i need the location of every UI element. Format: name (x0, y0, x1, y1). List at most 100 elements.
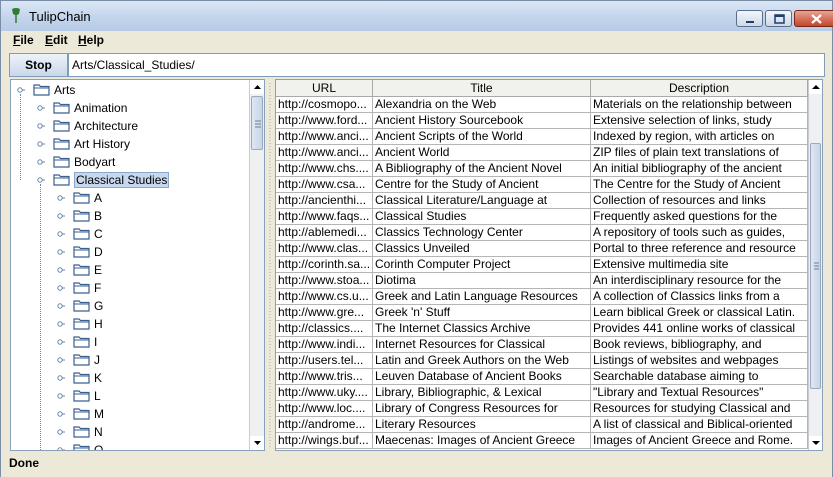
table-scroll-thumb[interactable] (810, 143, 821, 389)
table-scrollbar[interactable] (808, 80, 822, 450)
tree-scrollbar[interactable] (249, 80, 264, 450)
tree-node[interactable]: J (11, 351, 249, 369)
tree-handle-icon[interactable] (57, 302, 65, 310)
minimize-icon (746, 21, 754, 23)
table-scroll-down-button[interactable] (809, 436, 822, 450)
table-row[interactable]: http://androme... Literary Resources A lis… (276, 417, 808, 433)
tree-handle-icon[interactable] (37, 140, 45, 148)
tree-node[interactable]: Arts (11, 81, 249, 99)
table-row[interactable]: http://www.cs.u... Greek and Latin Langua… (276, 289, 808, 305)
tree-node[interactable]: L (11, 387, 249, 405)
tree-handle-icon[interactable] (37, 176, 45, 184)
tree-node[interactable]: Architecture (11, 117, 249, 135)
tree-handle-icon[interactable] (57, 266, 65, 274)
table-row[interactable]: http://www.uky.... Library, Bibliographic… (276, 385, 808, 401)
tree-handle-icon[interactable] (57, 338, 65, 346)
stop-button[interactable]: Stop (9, 53, 68, 77)
tree-node[interactable]: B (11, 207, 249, 225)
tree-handle-icon[interactable] (37, 122, 45, 130)
tree-node[interactable]: K (11, 369, 249, 387)
tree-handle-icon[interactable] (57, 428, 65, 436)
folder-icon (73, 318, 90, 330)
column-url[interactable]: URL (276, 80, 373, 97)
tree-node[interactable]: Animation (11, 99, 249, 117)
column-title[interactable]: Title (373, 80, 591, 97)
tree-node[interactable]: I (11, 333, 249, 351)
tree-scroll-down-button[interactable] (250, 436, 264, 450)
table-row[interactable]: http://www.faqs... Classical Studies Frequ… (276, 209, 808, 225)
table-row[interactable]: http://www.ford... Ancient History Source… (276, 113, 808, 129)
table-row[interactable]: http://cosmopo... Alexandria on the Web Ma… (276, 97, 808, 113)
close-button[interactable] (794, 10, 833, 27)
tree-handle-icon[interactable] (57, 356, 65, 364)
title-bar[interactable]: TulipChain (1, 1, 833, 31)
tree-node[interactable]: N (11, 423, 249, 441)
cell-title: Latin and Greek Authors on the Web (373, 353, 591, 369)
tree-handle-icon[interactable] (57, 212, 65, 220)
tree-handle-icon[interactable] (57, 446, 65, 450)
table-row[interactable]: http://www.loc.... Library of Congress Re… (276, 401, 808, 417)
table-row[interactable]: http://www.chs.... A Bibliography of the … (276, 161, 808, 177)
cell-title: Greek and Latin Language Resources (373, 289, 591, 305)
tree-node[interactable]: G (11, 297, 249, 315)
maximize-button[interactable] (765, 10, 792, 27)
tree-handle-icon[interactable] (57, 284, 65, 292)
tree-node[interactable]: O (11, 441, 249, 450)
tree-node-label: H (94, 317, 103, 331)
table-row[interactable]: http://users.tel... Latin and Greek Autho… (276, 353, 808, 369)
table-row[interactable]: http://www.clas... Classics Unveiled Porta… (276, 241, 808, 257)
links-table[interactable]: URL Title Description http://cosmopo... A… (275, 79, 823, 451)
table-row[interactable]: http://www.anci... Ancient Scripts of the… (276, 129, 808, 145)
cell-url: http://users.tel... (276, 353, 373, 369)
tree-handle-icon[interactable] (37, 104, 45, 112)
tree-node[interactable]: Bodyart (11, 153, 249, 171)
tree-node[interactable]: Classical Studies (11, 171, 249, 189)
pane-splitter[interactable] (265, 79, 275, 451)
tree-node[interactable]: A (11, 189, 249, 207)
column-description[interactable]: Description (591, 80, 808, 97)
table-row[interactable]: http://www.indi... Internet Resources for… (276, 337, 808, 353)
tree-scroll-up-button[interactable] (250, 80, 264, 94)
cell-title: Greek 'n' Stuff (373, 305, 591, 321)
table-row[interactable]: http://www.stoa... Diotima An interdiscipl… (276, 273, 808, 289)
tree-handle-icon[interactable] (57, 194, 65, 202)
table-row[interactable]: http://www.anci... Ancient World ZIP files… (276, 145, 808, 161)
tree-handle-icon[interactable] (57, 410, 65, 418)
tree-node[interactable]: E (11, 261, 249, 279)
tree-node[interactable]: Art History (11, 135, 249, 153)
path-field[interactable]: Arts/Classical_Studies/ (68, 53, 825, 77)
tree-handle-icon[interactable] (57, 320, 65, 328)
minimize-button[interactable] (736, 10, 763, 27)
tree-handle-icon[interactable] (57, 374, 65, 382)
tree-node[interactable]: C (11, 225, 249, 243)
table-row[interactable]: http://www.tris... Leuven Database of Anc… (276, 369, 808, 385)
menu-file[interactable]: File (13, 33, 34, 47)
cell-description: Indexed by region, with articles on (591, 129, 808, 145)
cell-url: http://www.clas... (276, 241, 373, 257)
table-row[interactable]: http://ablemedi... Classics Technology Ce… (276, 225, 808, 241)
table-row[interactable]: http://ancienthi... Classical Literature/… (276, 193, 808, 209)
tree-handle-icon[interactable] (57, 248, 65, 256)
table-row[interactable]: http://classics.... The Internet Classics… (276, 321, 808, 337)
tree-node[interactable]: D (11, 243, 249, 261)
tree-scroll-thumb[interactable] (251, 96, 263, 150)
table-row[interactable]: http://www.gre... Greek 'n' Stuff Learn bi… (276, 305, 808, 321)
menu-edit[interactable]: Edit (45, 33, 68, 47)
tree-node[interactable]: F (11, 279, 249, 297)
category-tree[interactable]: Arts Animation Architecture Art History Body… (10, 79, 265, 451)
arrow-down-icon (812, 441, 820, 445)
table-row[interactable]: http://corinth.sa... Corinth Computer Pro… (276, 257, 808, 273)
cell-title: Classics Unveiled (373, 241, 591, 257)
tree-handle-icon[interactable] (57, 392, 65, 400)
table-row[interactable]: http://www.csa... Centre for the Study of… (276, 177, 808, 193)
tree-node[interactable]: M (11, 405, 249, 423)
table-row[interactable]: http://wings.buf... Maecenas: Images of A… (276, 433, 808, 449)
tree-handle-icon[interactable] (37, 158, 45, 166)
tree-handle-icon[interactable] (17, 86, 25, 94)
table-scroll-up-button[interactable] (809, 80, 822, 94)
tree-handle-icon[interactable] (57, 230, 65, 238)
tree-node[interactable]: H (11, 315, 249, 333)
tree-node-label-selected: Classical Studies (74, 172, 170, 188)
tree-node-label: Arts (54, 83, 76, 97)
menu-help[interactable]: Help (78, 33, 104, 47)
